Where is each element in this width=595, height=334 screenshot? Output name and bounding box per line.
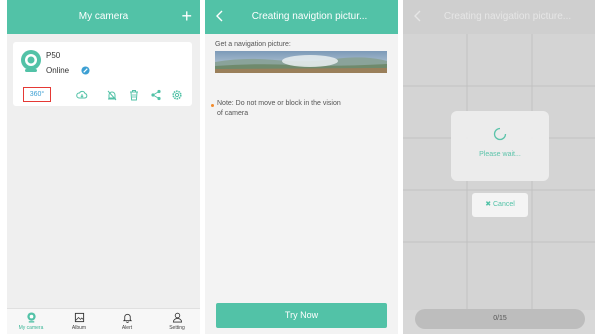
navigation-picture-label: Get a navigation picture: (215, 41, 291, 48)
top-bar: Creating navigtion pictur... (205, 0, 398, 34)
my-camera-screen: My camera + P50 Online 360° My camera Al… (7, 0, 200, 334)
page-title: Creating navigtion pictur... (251, 11, 368, 22)
please-wait-text: Please wait... (479, 151, 521, 158)
nav-setting[interactable]: Setting (157, 312, 197, 331)
camera-status: Online (46, 66, 70, 75)
cancel-button[interactable]: ✖ Cancel (472, 193, 528, 217)
add-camera-button[interactable]: + (181, 6, 192, 26)
album-icon (74, 312, 84, 323)
top-bar: Creating navigation picture... (403, 0, 595, 34)
capture-progress: 0/15 (415, 309, 585, 329)
trash-icon[interactable] (128, 89, 140, 101)
pano-360-button[interactable]: 360° (23, 87, 51, 102)
nav-label: Setting (169, 325, 185, 331)
settings-gear-icon[interactable] (171, 89, 183, 101)
camera-icon (21, 50, 41, 72)
bottom-nav: My camera Album Alert Setting (7, 308, 200, 334)
capturing-screen: Creating navigation picture... Please wa… (403, 0, 595, 334)
camera-nav-icon (26, 312, 36, 323)
close-icon: ✖ (485, 201, 493, 208)
back-arrow-icon[interactable] (411, 9, 425, 23)
cancel-label: Cancel (493, 201, 515, 208)
page-title: My camera (78, 11, 129, 22)
camera-actions: 360° (13, 86, 192, 106)
loading-spinner-icon (493, 127, 507, 141)
nav-label: Album (71, 325, 87, 331)
nav-alert[interactable]: Alert (107, 312, 147, 331)
nav-label: Alert (121, 325, 133, 331)
page-title: Creating navigation picture... (443, 11, 572, 22)
top-bar: My camera + (7, 0, 200, 34)
panorama-image (215, 51, 387, 73)
wifi-status-icon (81, 66, 90, 75)
create-navigation-screen: Creating navigtion pictur... Get a navig… (205, 0, 398, 334)
back-arrow-icon[interactable] (213, 9, 227, 23)
try-now-button[interactable]: Try Now (216, 303, 387, 328)
loading-dialog: Please wait... (451, 111, 549, 181)
share-icon[interactable] (150, 89, 162, 101)
alarm-off-icon[interactable] (106, 89, 118, 101)
nav-my-camera[interactable]: My camera (11, 312, 51, 331)
note-bullet (211, 104, 214, 107)
bell-icon (122, 313, 132, 323)
person-icon (172, 312, 182, 323)
cloud-icon[interactable] (76, 89, 88, 101)
camera-name: P50 (46, 51, 61, 60)
nav-label: My camera (18, 325, 44, 331)
nav-album[interactable]: Album (59, 312, 99, 331)
note-text: Note: Do not move or block in the vision… (217, 100, 341, 117)
